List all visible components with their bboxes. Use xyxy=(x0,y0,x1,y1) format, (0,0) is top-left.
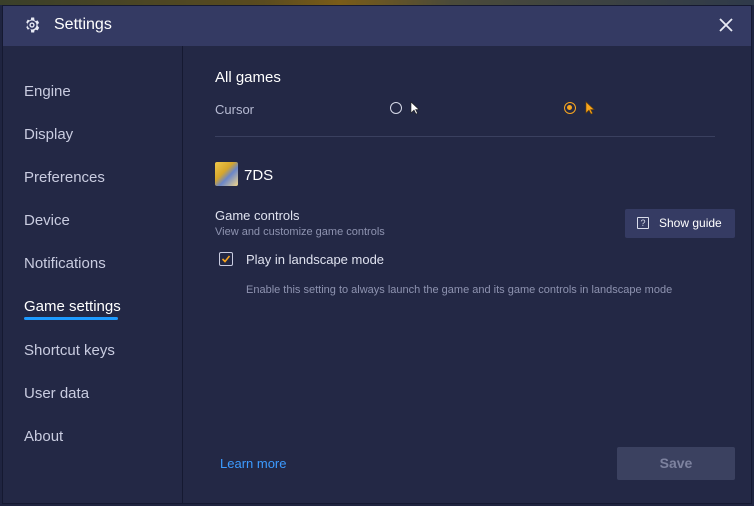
section-title: All games xyxy=(215,69,281,86)
sidebar-item-shortcut-keys[interactable]: Shortcut keys xyxy=(24,342,115,359)
landscape-mode-checkbox[interactable] xyxy=(219,252,233,266)
show-guide-label: Show guide xyxy=(659,216,722,230)
sidebar-item-game-settings[interactable]: Game settings xyxy=(24,298,121,315)
help-icon: ? xyxy=(637,217,649,229)
window-title: Settings xyxy=(54,16,112,33)
gear-icon xyxy=(26,17,40,33)
show-guide-button[interactable]: ? Show guide xyxy=(625,209,735,238)
settings-window: Settings Engine Display Preferences Devi… xyxy=(2,5,752,504)
title-bar: Settings xyxy=(3,6,751,46)
game-controls-title: Game controls xyxy=(215,208,300,223)
sidebar-item-preferences[interactable]: Preferences xyxy=(24,169,105,186)
sidebar-item-engine[interactable]: Engine xyxy=(24,83,71,100)
checkmark-icon xyxy=(221,255,231,263)
cursor-option-custom-radio[interactable] xyxy=(564,102,576,114)
sidebar-item-device[interactable]: Device xyxy=(24,212,70,229)
sidebar-item-about[interactable]: About xyxy=(24,428,63,445)
game-controls-subtitle: View and customize game controls xyxy=(215,226,385,238)
cursor-orange-icon xyxy=(585,101,595,115)
learn-more-link[interactable]: Learn more xyxy=(220,456,286,471)
close-icon[interactable] xyxy=(717,16,735,34)
active-tab-indicator xyxy=(24,317,118,320)
landscape-mode-description: Enable this setting to always launch the… xyxy=(246,284,673,296)
sidebar-item-notifications[interactable]: Notifications xyxy=(24,255,106,272)
section-divider xyxy=(215,136,715,137)
cursor-white-icon xyxy=(410,101,420,115)
settings-sidebar: Engine Display Preferences Device Notifi… xyxy=(3,46,183,503)
cursor-label: Cursor xyxy=(215,102,255,117)
game-name: 7DS xyxy=(244,167,274,184)
settings-content: All games Cursor 7DS Game controls View … xyxy=(184,46,751,503)
game-thumbnail xyxy=(215,162,238,186)
landscape-mode-label: Play in landscape mode xyxy=(246,252,385,267)
sidebar-item-display[interactable]: Display xyxy=(24,126,73,143)
cursor-option-default-radio[interactable] xyxy=(390,102,402,114)
save-button[interactable]: Save xyxy=(617,447,735,480)
sidebar-item-user-data[interactable]: User data xyxy=(24,385,89,402)
